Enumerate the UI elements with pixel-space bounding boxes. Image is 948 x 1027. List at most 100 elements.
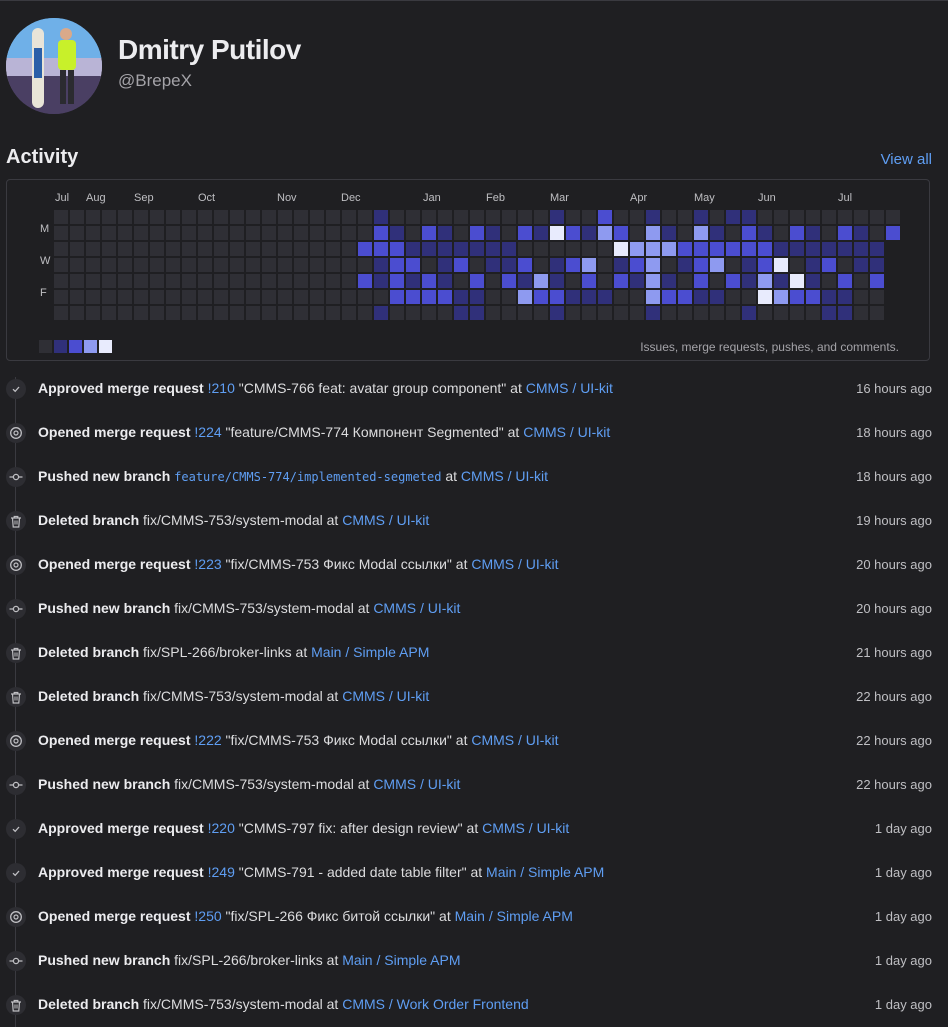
calendar-day-cell[interactable] — [790, 242, 804, 256]
calendar-day-cell[interactable] — [486, 290, 500, 304]
calendar-day-cell[interactable] — [310, 258, 324, 272]
calendar-day-cell[interactable] — [822, 210, 836, 224]
calendar-day-cell[interactable] — [182, 290, 196, 304]
calendar-day-cell[interactable] — [614, 306, 628, 320]
calendar-day-cell[interactable] — [742, 274, 756, 288]
calendar-day-cell[interactable] — [150, 290, 164, 304]
calendar-day-cell[interactable] — [406, 242, 420, 256]
calendar-day-cell[interactable] — [870, 226, 884, 240]
calendar-day-cell[interactable] — [566, 242, 580, 256]
calendar-day-cell[interactable] — [598, 226, 612, 240]
calendar-day-cell[interactable] — [806, 290, 820, 304]
calendar-day-cell[interactable] — [454, 242, 468, 256]
calendar-day-cell[interactable] — [454, 210, 468, 224]
merge-request-link[interactable]: !222 — [194, 732, 221, 748]
calendar-day-cell[interactable] — [854, 242, 868, 256]
calendar-day-cell[interactable] — [710, 242, 724, 256]
calendar-day-cell[interactable] — [294, 258, 308, 272]
calendar-day-cell[interactable] — [182, 258, 196, 272]
calendar-day-cell[interactable] — [374, 210, 388, 224]
calendar-day-cell[interactable] — [262, 306, 276, 320]
calendar-day-cell[interactable] — [262, 210, 276, 224]
calendar-day-cell[interactable] — [646, 210, 660, 224]
calendar-day-cell[interactable] — [598, 274, 612, 288]
calendar-day-cell[interactable] — [54, 274, 68, 288]
calendar-day-cell[interactable] — [326, 242, 340, 256]
calendar-day-cell[interactable] — [854, 274, 868, 288]
calendar-day-cell[interactable] — [614, 242, 628, 256]
calendar-day-cell[interactable] — [582, 242, 596, 256]
calendar-day-cell[interactable] — [806, 258, 820, 272]
calendar-day-cell[interactable] — [182, 242, 196, 256]
calendar-day-cell[interactable] — [486, 226, 500, 240]
calendar-day-cell[interactable] — [598, 290, 612, 304]
calendar-day-cell[interactable] — [582, 226, 596, 240]
calendar-day-cell[interactable] — [710, 306, 724, 320]
calendar-day-cell[interactable] — [534, 274, 548, 288]
project-link[interactable]: CMMS / UI-kit — [482, 820, 569, 836]
calendar-day-cell[interactable] — [582, 306, 596, 320]
calendar-day-cell[interactable] — [422, 258, 436, 272]
calendar-day-cell[interactable] — [278, 210, 292, 224]
calendar-day-cell[interactable] — [470, 210, 484, 224]
calendar-day-cell[interactable] — [646, 242, 660, 256]
calendar-day-cell[interactable] — [198, 306, 212, 320]
calendar-day-cell[interactable] — [358, 258, 372, 272]
calendar-day-cell[interactable] — [374, 306, 388, 320]
calendar-day-cell[interactable] — [278, 226, 292, 240]
calendar-day-cell[interactable] — [214, 258, 228, 272]
calendar-day-cell[interactable] — [182, 226, 196, 240]
calendar-day-cell[interactable] — [262, 258, 276, 272]
calendar-day-cell[interactable] — [662, 226, 676, 240]
calendar-day-cell[interactable] — [262, 226, 276, 240]
calendar-day-cell[interactable] — [230, 258, 244, 272]
calendar-day-cell[interactable] — [70, 258, 84, 272]
project-link[interactable]: Main / Simple APM — [342, 952, 460, 968]
calendar-day-cell[interactable] — [166, 306, 180, 320]
calendar-day-cell[interactable] — [870, 210, 884, 224]
calendar-day-cell[interactable] — [854, 226, 868, 240]
calendar-day-cell[interactable] — [166, 274, 180, 288]
calendar-day-cell[interactable] — [374, 290, 388, 304]
calendar-day-cell[interactable] — [502, 226, 516, 240]
calendar-day-cell[interactable] — [790, 258, 804, 272]
calendar-day-cell[interactable] — [214, 306, 228, 320]
calendar-day-cell[interactable] — [678, 274, 692, 288]
calendar-day-cell[interactable] — [550, 242, 564, 256]
calendar-day-cell[interactable] — [198, 210, 212, 224]
calendar-day-cell[interactable] — [134, 274, 148, 288]
calendar-day-cell[interactable] — [806, 242, 820, 256]
calendar-day-cell[interactable] — [262, 242, 276, 256]
calendar-day-cell[interactable] — [118, 210, 132, 224]
calendar-day-cell[interactable] — [822, 274, 836, 288]
calendar-day-cell[interactable] — [150, 274, 164, 288]
calendar-day-cell[interactable] — [390, 242, 404, 256]
calendar-day-cell[interactable] — [854, 210, 868, 224]
calendar-day-cell[interactable] — [758, 210, 772, 224]
calendar-day-cell[interactable] — [326, 226, 340, 240]
calendar-day-cell[interactable] — [166, 258, 180, 272]
calendar-day-cell[interactable] — [742, 306, 756, 320]
calendar-day-cell[interactable] — [342, 306, 356, 320]
calendar-day-cell[interactable] — [406, 226, 420, 240]
calendar-day-cell[interactable] — [278, 242, 292, 256]
calendar-day-cell[interactable] — [166, 242, 180, 256]
calendar-day-cell[interactable] — [230, 242, 244, 256]
calendar-day-cell[interactable] — [118, 242, 132, 256]
calendar-day-cell[interactable] — [134, 242, 148, 256]
calendar-day-cell[interactable] — [710, 290, 724, 304]
calendar-day-cell[interactable] — [838, 258, 852, 272]
calendar-day-cell[interactable] — [246, 274, 260, 288]
calendar-day-cell[interactable] — [422, 242, 436, 256]
calendar-day-cell[interactable] — [486, 258, 500, 272]
calendar-day-cell[interactable] — [358, 306, 372, 320]
calendar-day-cell[interactable] — [54, 242, 68, 256]
calendar-day-cell[interactable] — [70, 274, 84, 288]
calendar-day-cell[interactable] — [486, 242, 500, 256]
calendar-day-cell[interactable] — [518, 242, 532, 256]
calendar-day-cell[interactable] — [774, 274, 788, 288]
calendar-day-cell[interactable] — [518, 210, 532, 224]
calendar-day-cell[interactable] — [518, 306, 532, 320]
calendar-day-cell[interactable] — [774, 210, 788, 224]
calendar-day-cell[interactable] — [502, 274, 516, 288]
